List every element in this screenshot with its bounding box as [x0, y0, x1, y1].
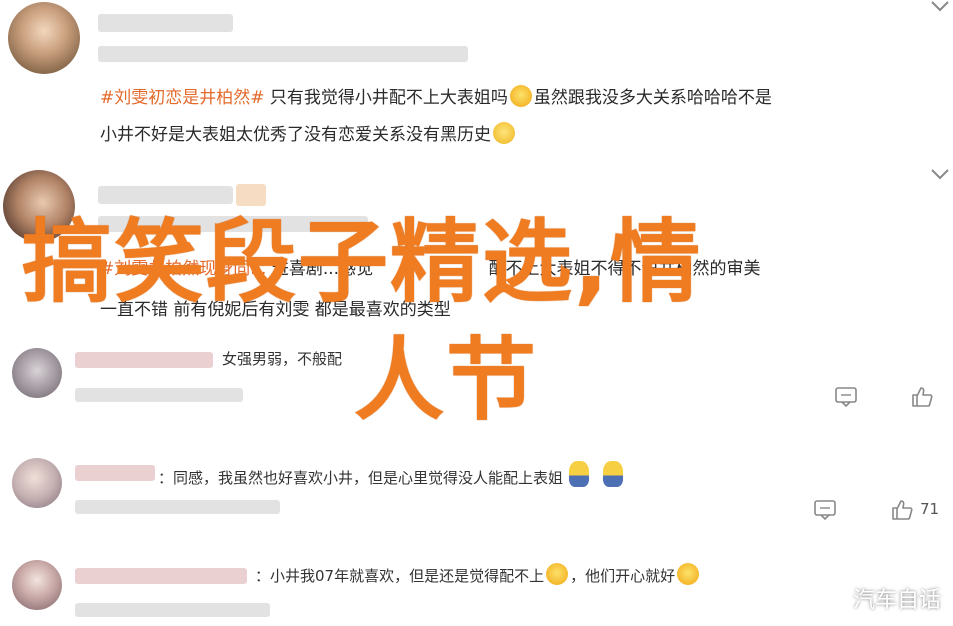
comment-icon[interactable]	[834, 386, 858, 408]
chevron-down-icon[interactable]	[930, 0, 950, 14]
username-blurred	[75, 465, 155, 481]
comment-text-line: 小井不好是大表姐太优秀了没有恋爱关系没有黑历史	[100, 122, 517, 147]
chevron-down-icon[interactable]	[930, 168, 950, 182]
username-blurred	[75, 352, 213, 368]
laughing-emoji-icon	[546, 563, 569, 585]
meta-blurred	[75, 388, 243, 402]
comment-text: ：小井我07年就喜欢，但是还是觉得配不上	[255, 567, 545, 585]
headline-line-2: 人节	[354, 328, 538, 433]
username-blurred	[98, 186, 233, 204]
comment-text: ，他们开心就好	[570, 567, 676, 585]
thumbs-up-icon[interactable]	[890, 499, 914, 521]
like-count: 71	[920, 500, 940, 518]
badge-blurred	[236, 184, 266, 206]
comment-text: 虽然跟我没多大关系哈哈哈不是	[533, 88, 772, 108]
comment-text: 只有我觉得小井配不上大表姐吗	[269, 88, 508, 108]
bowing-emoji-icon	[569, 461, 590, 487]
avatar[interactable]	[8, 2, 80, 74]
headline-line-1: 搞笑段子精选,情	[22, 210, 703, 315]
meta-blurred	[98, 46, 468, 62]
comment-icon[interactable]	[813, 499, 837, 521]
topic-link[interactable]: #刘雯初恋是井柏然#	[100, 88, 265, 108]
thinking-emoji-icon	[493, 122, 515, 144]
avatar[interactable]	[12, 458, 62, 508]
avatar[interactable]	[12, 560, 62, 610]
username-blurred	[75, 568, 247, 584]
meta-blurred	[75, 500, 280, 514]
comment-text-line: ：小井我07年就喜欢，但是还是觉得配不上 ，他们开心就好	[255, 563, 701, 587]
comment-text-line: ：同感，我虽然也好喜欢小井，但是心里觉得没人能配上表姐	[158, 461, 625, 489]
comment-text: 女强男弱，不般配	[222, 350, 343, 368]
avatar[interactable]	[12, 348, 62, 398]
meta-blurred	[75, 603, 270, 617]
laughing-emoji-icon	[677, 563, 700, 585]
comment-text: 小井不好是大表姐太优秀了没有恋爱关系没有黑历史	[100, 125, 491, 145]
comment-text-line: #刘雯初恋是井柏然# 只有我觉得小井配不上大表姐吗 虽然跟我没多大关系哈哈哈不是	[100, 85, 772, 110]
thumbs-up-icon[interactable]	[910, 386, 934, 408]
comment-text: ：同感，我虽然也好喜欢小井，但是心里觉得没人能配上表姐	[158, 469, 564, 487]
smile-emoji-icon	[509, 85, 532, 107]
username-blurred	[98, 14, 233, 32]
bowing-emoji-icon	[603, 461, 624, 487]
watermark: 汽车自话	[852, 588, 941, 613]
